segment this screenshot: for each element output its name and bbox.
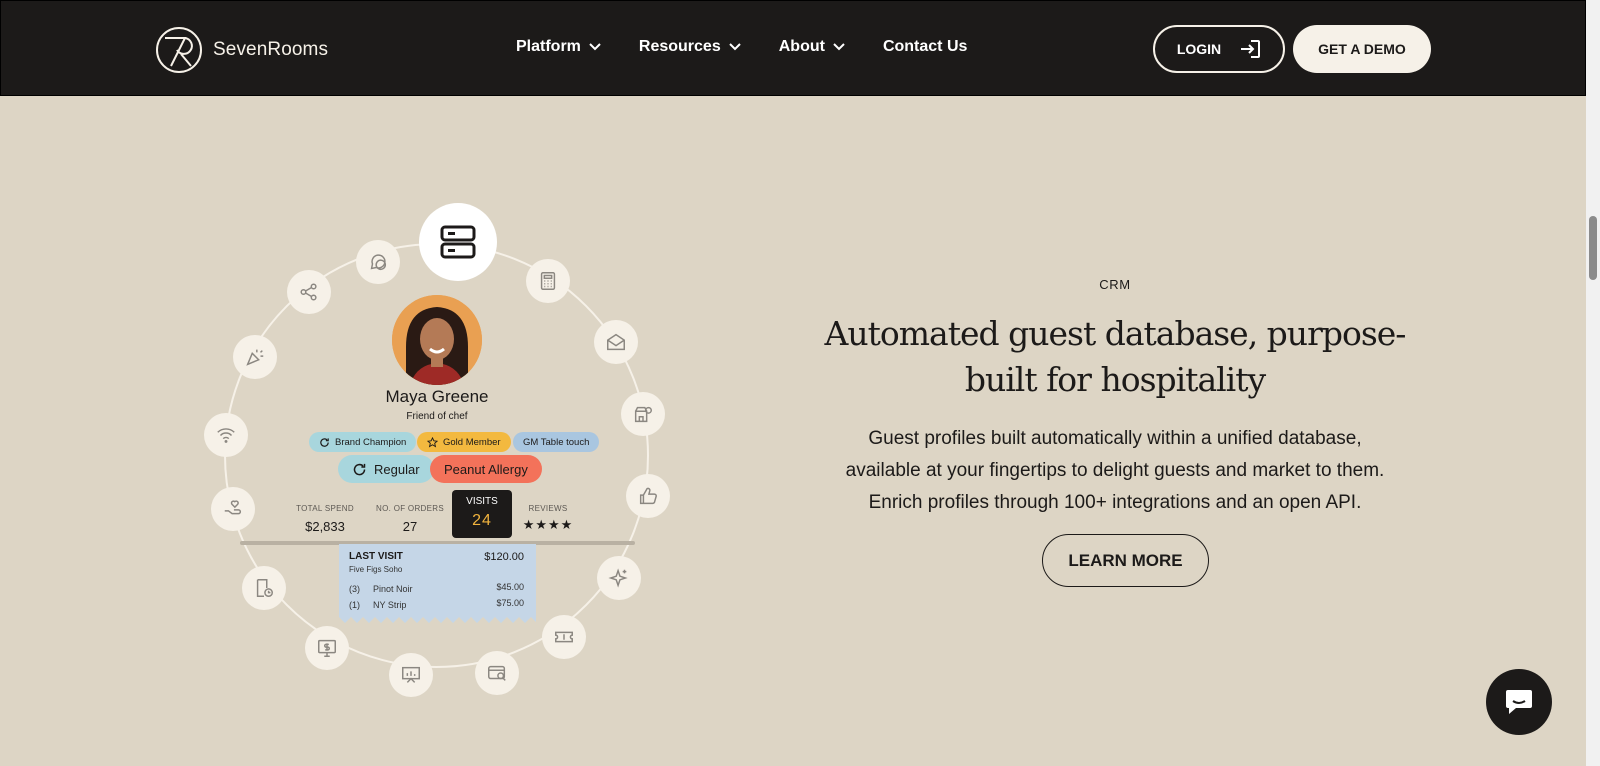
stat-reviews: REVIEWS ★★★★ xyxy=(516,504,580,533)
refresh-icon xyxy=(353,463,366,475)
receipt-item-name: Pinot Noir xyxy=(373,584,413,594)
receipt-zigzag-edge xyxy=(339,617,536,625)
body-line: Enrich profiles through 100+ integration… xyxy=(868,492,1362,513)
star-icon: ★ xyxy=(560,517,574,532)
stat-value: 27 xyxy=(402,519,418,534)
stat-visits: VISITS 24 xyxy=(452,490,512,538)
headline-line: Automated guest database, purpose- xyxy=(824,314,1407,353)
party-popper-icon xyxy=(233,335,277,379)
nav-resources[interactable]: Resources xyxy=(639,38,741,56)
share-icon xyxy=(287,270,331,314)
sevenrooms-logo-icon xyxy=(156,27,202,73)
star-icon: ★ xyxy=(535,517,548,532)
nav-about[interactable]: About xyxy=(779,38,845,56)
stat-label: NO. OF ORDERS xyxy=(376,504,444,513)
last-visit-receipt: LAST VISIT $120.00 Five Figs Soho (3) Pi… xyxy=(339,544,536,625)
tag-brand-champion: Brand Champion xyxy=(309,432,417,452)
hand-heart-icon xyxy=(211,487,255,531)
tag-label: Peanut Allergy xyxy=(444,461,528,477)
nav-platform-label: Platform xyxy=(516,38,581,55)
presentation-icon xyxy=(389,653,433,697)
tag-gm-table-touch: GM Table touch xyxy=(513,432,600,452)
login-label: LOGIN xyxy=(1176,41,1222,57)
mail-icon xyxy=(594,320,638,364)
chevron-down-icon xyxy=(589,43,601,51)
card-search-icon xyxy=(475,651,519,695)
body-line: available at your fingertips to delight … xyxy=(845,460,1385,481)
stat-value: 24 xyxy=(472,512,492,529)
star-icon xyxy=(427,436,438,447)
receipt-item-qty: (1) xyxy=(349,600,360,610)
stat-label: TOTAL SPEND xyxy=(296,504,354,513)
wifi-icon xyxy=(204,413,248,457)
receipt-item-price: $75.00 xyxy=(496,598,524,608)
chat-bubble-icon xyxy=(356,240,400,284)
clock-receipt-icon xyxy=(242,566,286,610)
section-headline: Automated guest database, purpose- built… xyxy=(820,311,1410,403)
receipt-total: $120.00 xyxy=(484,551,524,563)
tag-label: Brand Champion xyxy=(335,436,407,448)
tag-label: Regular xyxy=(374,461,420,477)
stat-label: REVIEWS xyxy=(528,504,568,513)
receipt-item-price: $45.00 xyxy=(496,582,524,592)
refresh-icon xyxy=(320,437,329,447)
store-icon xyxy=(621,392,665,436)
tag-regular: Regular xyxy=(338,455,434,483)
chevron-down-icon xyxy=(833,43,845,51)
guest-subtitle: Friend of chef xyxy=(406,411,468,422)
database-icon xyxy=(419,203,497,281)
brand-name: SevenRooms xyxy=(213,39,329,60)
chat-icon xyxy=(1506,690,1532,714)
stat-total-spend: TOTAL SPEND $2,833 xyxy=(292,504,358,534)
receipt-item-qty: (3) xyxy=(349,584,360,594)
sevenrooms-logo[interactable]: SevenRooms xyxy=(155,26,328,74)
star-icon: ★ xyxy=(548,517,561,532)
guest-name: Maya Greene xyxy=(385,387,489,406)
chat-launcher-button[interactable] xyxy=(1486,669,1552,735)
nav-resources-label: Resources xyxy=(638,38,721,55)
nav-about-label: About xyxy=(778,38,825,55)
receipt-item-name: NY Strip xyxy=(373,600,407,610)
page-scrollbar[interactable] xyxy=(1586,0,1600,766)
tag-label: Gold Member xyxy=(443,436,501,448)
chevron-down-icon xyxy=(729,43,741,51)
ticket-icon xyxy=(542,615,586,659)
section-body: Guest profiles built automatically withi… xyxy=(820,423,1410,519)
tag-label: GM Table touch xyxy=(523,436,590,448)
body-line: Guest profiles built automatically withi… xyxy=(868,428,1362,449)
login-button[interactable]: LOGIN xyxy=(1153,25,1285,73)
nav-contact-us[interactable]: Contact Us xyxy=(883,38,967,56)
headline-line: built for hospitality xyxy=(964,360,1266,399)
nav-contact-us-label: Contact Us xyxy=(882,38,968,55)
top-navigation-bar: SevenRooms Platform Resources About Cont… xyxy=(0,0,1586,96)
receipt-title: LAST VISIT xyxy=(349,551,403,562)
learn-more-button[interactable]: LEARN MORE xyxy=(1042,534,1209,587)
thumbs-up-icon xyxy=(626,474,670,518)
section-kicker: CRM xyxy=(1099,277,1131,292)
nav-platform[interactable]: Platform xyxy=(516,38,601,56)
stat-orders: NO. OF ORDERS 27 xyxy=(376,504,444,534)
star-icon: ★ xyxy=(522,517,536,532)
stat-label: VISITS xyxy=(466,496,498,507)
login-arrow-icon xyxy=(1241,40,1261,58)
calculator-icon xyxy=(526,259,570,303)
tag-peanut-allergy: Peanut Allergy xyxy=(430,455,542,483)
get-a-demo-button[interactable]: GET A DEMO xyxy=(1293,25,1431,73)
guest-avatar xyxy=(392,295,482,385)
scrollbar-thumb[interactable] xyxy=(1589,216,1597,280)
review-stars: ★★★★ xyxy=(516,517,580,533)
main-nav: Platform Resources About Contact Us xyxy=(516,38,967,56)
stat-value: $2,833 xyxy=(305,519,345,534)
receipt-venue: Five Figs Soho xyxy=(349,565,403,574)
dollar-screen-icon xyxy=(305,626,349,670)
sparkle-icon xyxy=(597,556,641,600)
tag-gold-member: Gold Member xyxy=(417,432,511,452)
